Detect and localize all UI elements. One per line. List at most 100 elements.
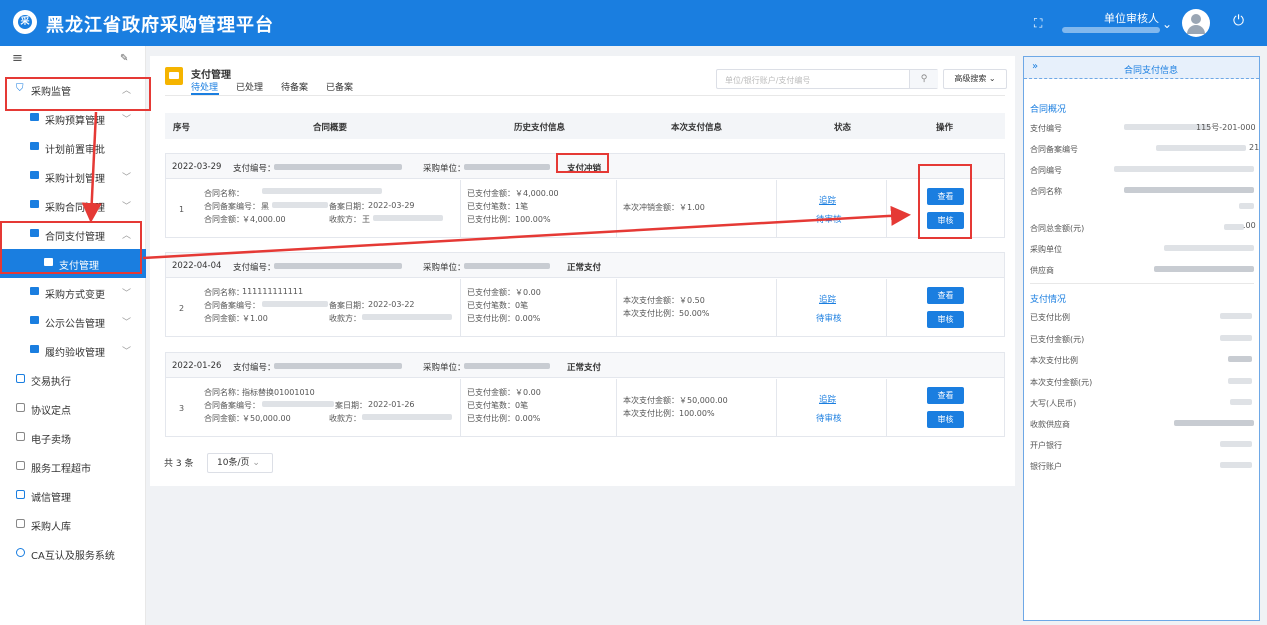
field-value-redacted bbox=[1239, 203, 1254, 209]
pin-icon[interactable]: ✎ bbox=[120, 53, 128, 64]
field-value-redacted bbox=[1220, 462, 1252, 468]
record-header: 2022-01-26 支付编号： 采购单位： 正常支付 bbox=[166, 353, 1004, 378]
contract-name-label: 合同名称： bbox=[204, 388, 244, 397]
trade-icon bbox=[16, 374, 25, 383]
status-text: 待审核 bbox=[816, 414, 842, 424]
field-value-redacted bbox=[1228, 356, 1252, 362]
sidebar-item-plan[interactable]: 采购计划管理 ﹀ bbox=[0, 162, 146, 191]
amount-label: 合同金额： bbox=[204, 314, 244, 323]
cell-divider bbox=[776, 279, 777, 337]
sidebar-item-contract[interactable]: 采购合同管理 ﹀ bbox=[0, 191, 146, 220]
search-icon[interactable]: ⚲ bbox=[909, 70, 938, 88]
row-index: 1 bbox=[179, 205, 185, 214]
tab-filed[interactable]: 已备案 bbox=[326, 80, 353, 93]
amount-label: 合同金额： bbox=[204, 215, 244, 224]
sidebar-item-announcement[interactable]: 公示公告管理 ﹀ bbox=[0, 307, 146, 336]
highlight-box-supervision bbox=[5, 77, 151, 111]
panel-header: » 合同支付信息 bbox=[1024, 57, 1259, 79]
record-no-redacted bbox=[262, 301, 328, 307]
column-header: 状态 bbox=[834, 123, 852, 133]
agreement-icon bbox=[16, 403, 25, 412]
page-size-select[interactable]: 10条/页 ⌄ bbox=[207, 453, 273, 473]
audit-button[interactable]: 审核 bbox=[927, 411, 964, 428]
field-label: 银行账户 bbox=[1030, 462, 1062, 471]
current-pay-amount: 本次支付金额：￥50,000.00 bbox=[623, 396, 728, 405]
payee-label: 收款方： bbox=[329, 215, 361, 224]
total-amount-value: .00 bbox=[1243, 221, 1256, 230]
chevron-down-icon[interactable]: ⌄ bbox=[1162, 17, 1172, 31]
monitor-icon bbox=[30, 200, 39, 208]
sidebar-item-ca[interactable]: CA互认及服务系统 bbox=[0, 539, 146, 568]
avatar[interactable] bbox=[1182, 9, 1210, 37]
table-row: 2022-04-04 支付编号： 采购单位： 正常支付 2 合同名称： 1111… bbox=[165, 252, 1005, 337]
payee-label: 收款方： bbox=[329, 414, 361, 423]
column-header: 合同概要 bbox=[313, 123, 348, 133]
menu-icon[interactable]: ≡ bbox=[12, 51, 23, 66]
status-text: 待审核 bbox=[816, 314, 842, 324]
field-value-redacted bbox=[1114, 166, 1254, 172]
sidebar-item-trade-execution[interactable]: 交易执行 bbox=[0, 365, 146, 394]
cell-divider bbox=[616, 379, 617, 437]
audit-button[interactable]: 审核 bbox=[927, 311, 964, 328]
sidebar-item-credit[interactable]: 诚信管理 bbox=[0, 481, 146, 510]
platform-logo: 采 bbox=[13, 10, 37, 34]
field-label: 合同总金额(元) bbox=[1030, 224, 1085, 233]
track-link[interactable]: 追踪 bbox=[819, 293, 836, 305]
main-panel: 支付管理 待处理 已处理 待备案 已备案 单位/银行账户/支付编号 ⚲ 高级搜索… bbox=[150, 56, 1015, 486]
sidebar-item-label: 采购计划管理 bbox=[45, 174, 105, 185]
power-icon[interactable]: ⏻ bbox=[1233, 13, 1244, 29]
sidebar-item-label: 采购方式变更 bbox=[45, 290, 105, 301]
sidebar-item-pre-approval[interactable]: 计划前置审批 bbox=[0, 133, 146, 162]
sidebar-item-agreement[interactable]: 协议定点 bbox=[0, 394, 146, 423]
tab-processed[interactable]: 已处理 bbox=[236, 80, 263, 93]
history-paid-amount: 已支付金额：￥0.00 bbox=[467, 288, 541, 297]
field-label: 大写(人民币) bbox=[1030, 399, 1077, 408]
field-label: 支付编号 bbox=[1030, 124, 1062, 133]
track-link[interactable]: 追踪 bbox=[819, 393, 836, 405]
record-date: 2022-03-22 bbox=[368, 300, 415, 309]
monitor-icon bbox=[30, 113, 39, 121]
page-title: 支付管理 bbox=[191, 70, 231, 81]
field-label: 已支付比例 bbox=[1030, 313, 1070, 322]
cell-divider bbox=[886, 379, 887, 437]
tab-pending[interactable]: 待处理 bbox=[191, 80, 218, 93]
field-label: 合同编号 bbox=[1030, 166, 1062, 175]
status-text: 待审核 bbox=[816, 215, 842, 225]
payment-tab-icon bbox=[165, 67, 183, 85]
sidebar-item-acceptance[interactable]: 履约验收管理 ﹀ bbox=[0, 336, 146, 365]
field-label: 合同备案编号 bbox=[1030, 145, 1078, 154]
total-count: 共 3 条 bbox=[164, 459, 194, 469]
view-button[interactable]: 查看 bbox=[927, 387, 964, 404]
view-button[interactable]: 查看 bbox=[927, 287, 964, 304]
sidebar-item-method-change[interactable]: 采购方式变更 ﹀ bbox=[0, 278, 146, 307]
history-paid-ratio: 已支付比例：0.00% bbox=[467, 314, 541, 323]
cell-divider bbox=[886, 279, 887, 337]
record-header: 2022-04-04 支付编号： 采购单位： 正常支付 bbox=[166, 253, 1004, 278]
sidebar-item-label: 计划前置审批 bbox=[45, 145, 105, 156]
search-input[interactable]: 单位/银行账户/支付编号 ⚲ bbox=[716, 69, 938, 89]
unit-redacted bbox=[464, 263, 550, 269]
sidebar-item-e-mall[interactable]: 电子卖场 bbox=[0, 423, 146, 452]
amount-label: 合同金额： bbox=[204, 414, 244, 423]
payee-redacted bbox=[362, 314, 452, 320]
column-header: 序号 bbox=[173, 123, 191, 133]
column-header: 本次支付信息 bbox=[671, 123, 723, 133]
sidebar-item-purchaser-db[interactable]: 采购人库 bbox=[0, 510, 146, 539]
record-body: 3 合同名称： 指标替换01001010 合同备案编号： 案日期： 2022-0… bbox=[166, 379, 1004, 437]
unit-label: 采购单位： bbox=[423, 263, 466, 273]
record-body: 2 合同名称： 111111111111 合同备案编号： 备案日期： 2022-… bbox=[166, 279, 1004, 337]
fullscreen-icon[interactable]: ⛶ bbox=[1034, 16, 1042, 31]
sidebar-item-service-market[interactable]: 服务工程超市 bbox=[0, 452, 146, 481]
history-paid-amount: 已支付金额：￥0.00 bbox=[467, 388, 541, 397]
tab-to-file[interactable]: 待备案 bbox=[281, 80, 308, 93]
collapse-icon[interactable]: » bbox=[1032, 61, 1038, 72]
chevron-down-icon: ﹀ bbox=[122, 289, 132, 299]
field-label: 本次支付比例 bbox=[1030, 356, 1078, 365]
advanced-search-button[interactable]: 高级搜索 ⌄ bbox=[943, 69, 1007, 89]
track-link[interactable]: 追踪 bbox=[819, 194, 836, 206]
chevron-down-icon: ﹀ bbox=[122, 347, 132, 357]
record-no-label: 合同备案编号： bbox=[204, 202, 260, 211]
field-value-redacted bbox=[1224, 224, 1244, 230]
contract-payment-info-panel: » 合同支付信息 合同概况 支付编号 115号-201-000 合同备案编号 2… bbox=[1023, 56, 1260, 621]
database-icon bbox=[16, 519, 25, 528]
